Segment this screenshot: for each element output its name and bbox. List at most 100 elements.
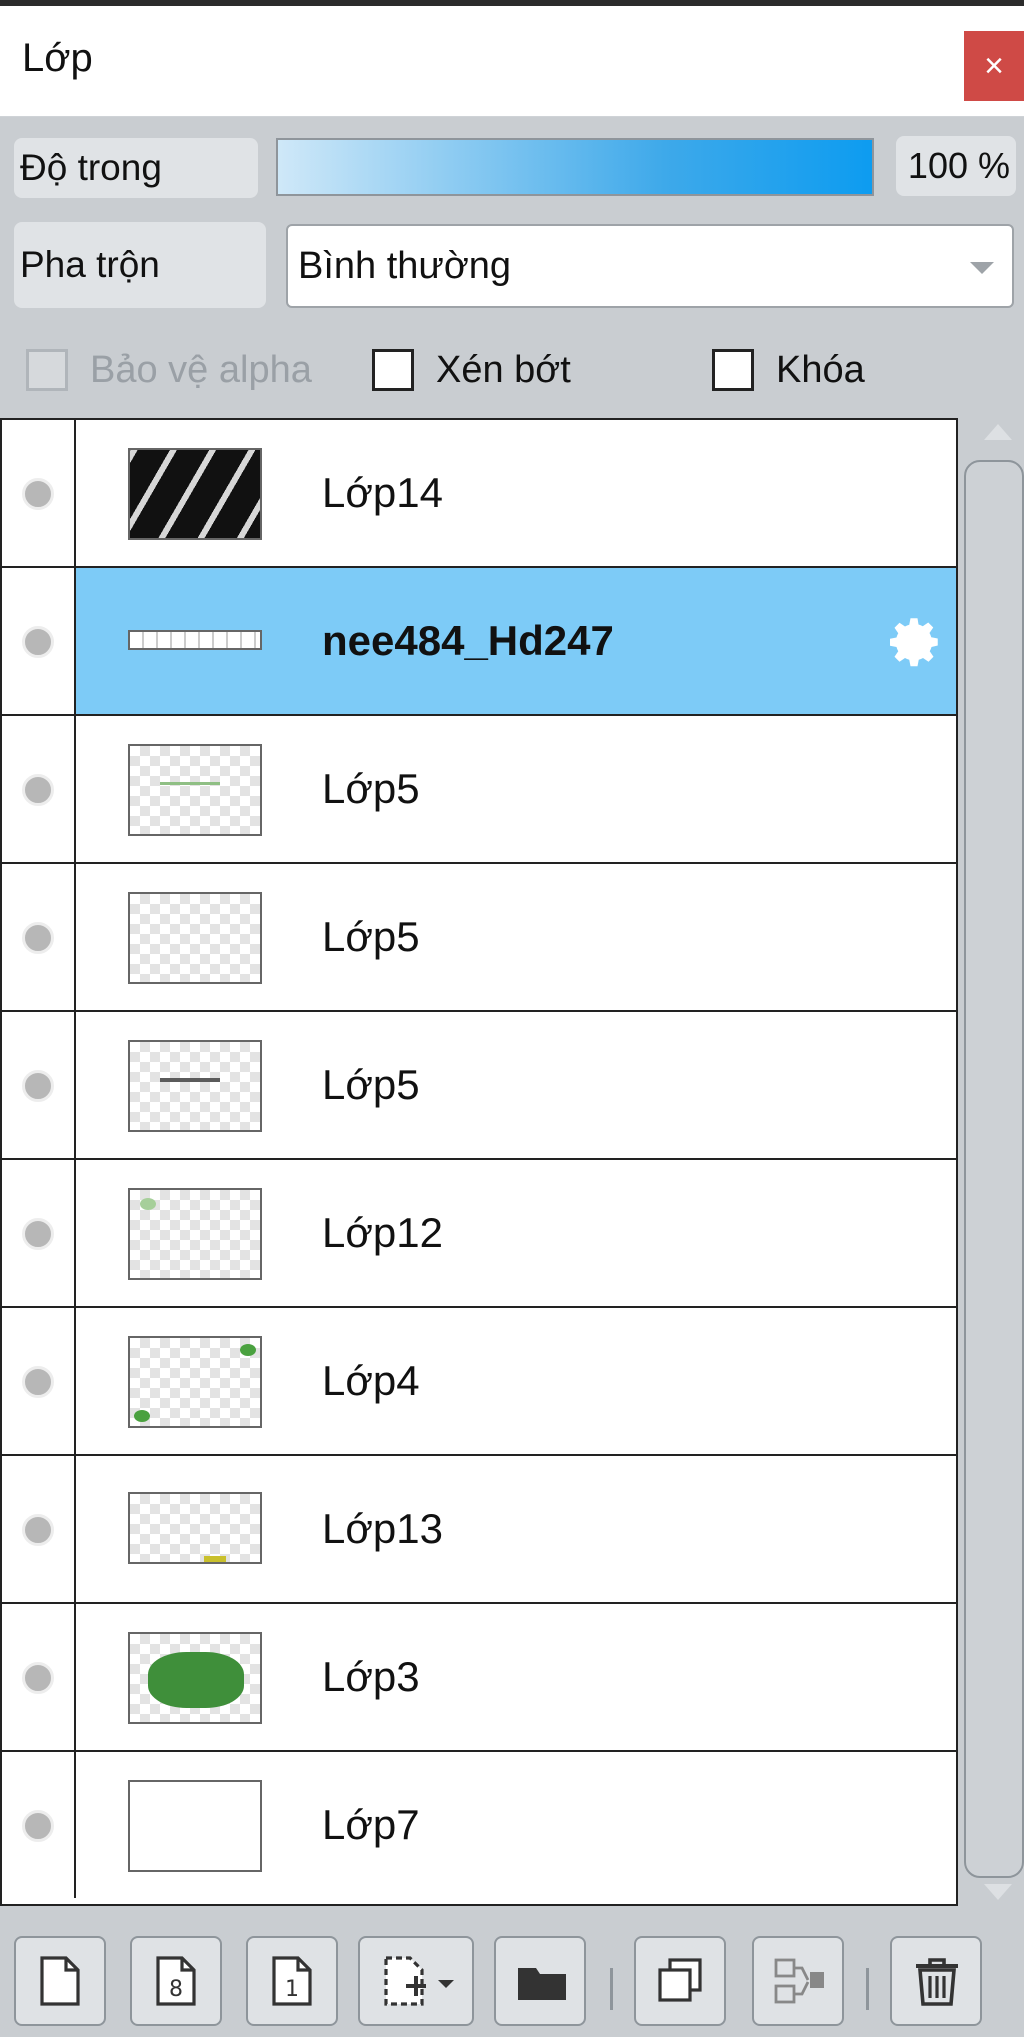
visibility-toggle[interactable] xyxy=(2,864,76,1010)
scrollbar-thumb[interactable] xyxy=(964,460,1024,1878)
layer-name: Lớp5 xyxy=(322,765,420,812)
layer-thumbnail xyxy=(128,1336,262,1428)
panel-titlebar: Lớp × xyxy=(0,6,1024,117)
opacity-value: 100 % xyxy=(896,136,1016,196)
scroll-up-icon[interactable] xyxy=(984,424,1012,440)
new-layer-8bit-button[interactable]: 8 xyxy=(130,1936,222,2026)
layer-name: Lớp5 xyxy=(322,913,420,960)
lock-label: Khóa xyxy=(776,348,865,391)
thumbnail-content xyxy=(160,782,220,785)
visibility-toggle[interactable] xyxy=(2,1752,76,1898)
layer-thumbnail xyxy=(128,1780,262,1872)
layer-name: nee484_Hd247 xyxy=(322,617,614,664)
visibility-dot-icon xyxy=(22,1662,54,1694)
checkbox-box xyxy=(712,349,754,391)
toolbar-separator xyxy=(866,1968,869,2010)
chevron-down-icon xyxy=(970,262,994,274)
layer-row[interactable]: Lớp5 xyxy=(2,716,956,864)
layer-row[interactable]: Lớp5 xyxy=(2,1012,956,1160)
visibility-toggle[interactable] xyxy=(2,1160,76,1306)
thumbnail-content xyxy=(204,1556,226,1562)
layer-thumbnail xyxy=(128,744,262,836)
checkbox-box xyxy=(372,349,414,391)
scroll-down-icon[interactable] xyxy=(984,1884,1012,1900)
protect-alpha-checkbox[interactable]: Bảo vệ alpha xyxy=(26,344,312,396)
opacity-slider[interactable] xyxy=(276,138,874,196)
layer-thumbnail xyxy=(128,630,262,650)
duplicate-icon xyxy=(658,1958,702,2002)
layer-1-icon: 1 xyxy=(272,1956,312,2006)
thumbnail-content xyxy=(240,1344,256,1356)
close-button[interactable]: × xyxy=(964,31,1024,101)
clip-label: Xén bớt xyxy=(436,348,571,391)
thumbnail-content xyxy=(148,1652,244,1708)
layer-list-scrollbar[interactable] xyxy=(960,418,1024,1906)
visibility-toggle[interactable] xyxy=(2,1308,76,1454)
layer-row[interactable]: Lớp7 xyxy=(2,1752,956,1900)
trash-icon xyxy=(916,1958,958,2006)
duplicate-layer-button[interactable] xyxy=(634,1936,726,2026)
layer-thumbnail xyxy=(128,1188,262,1280)
layer-name: Lớp13 xyxy=(322,1505,443,1552)
visibility-toggle[interactable] xyxy=(2,1456,76,1602)
merge-layer-button[interactable] xyxy=(752,1936,844,2026)
visibility-dot-icon xyxy=(22,1218,54,1250)
gear-icon[interactable] xyxy=(884,612,944,672)
panel-title: Lớp xyxy=(22,36,93,80)
visibility-toggle[interactable] xyxy=(2,568,76,714)
layer-8-icon: 8 xyxy=(156,1956,196,2006)
thumbnail-content xyxy=(140,1198,156,1210)
thumbnail-content xyxy=(160,1078,220,1082)
opacity-label: Độ trong xyxy=(14,138,258,198)
toolbar-separator xyxy=(610,1968,613,2010)
layer-thumbnail xyxy=(128,448,262,540)
visibility-dot-icon xyxy=(22,1366,54,1398)
layer-name: Lớp12 xyxy=(322,1209,443,1256)
blend-mode-value: Bình thường xyxy=(298,245,512,287)
layer-row[interactable]: Lớp3 xyxy=(2,1604,956,1752)
visibility-dot-icon xyxy=(22,922,54,954)
delete-layer-button[interactable] xyxy=(890,1936,982,2026)
layer-thumbnail xyxy=(128,1492,262,1564)
new-folder-button[interactable] xyxy=(494,1936,586,2026)
layer-toolbar: 8 1 xyxy=(0,1906,1024,2037)
layer-name: Lớp14 xyxy=(322,469,443,516)
new-page-icon xyxy=(40,1956,80,2006)
layer-row[interactable]: Lớp4 xyxy=(2,1308,956,1456)
visibility-toggle[interactable] xyxy=(2,716,76,862)
layer-row-selected[interactable]: nee484_Hd247 xyxy=(2,568,956,716)
visibility-dot-icon xyxy=(22,1810,54,1842)
visibility-dot-icon xyxy=(22,774,54,806)
layer-name: Lớp5 xyxy=(322,1061,420,1108)
new-layer-button[interactable] xyxy=(14,1936,106,2026)
layer-list: Lớp14 nee484_Hd247 Lớp5 Lớp5 Lớp5 Lớp12 … xyxy=(0,418,958,1906)
thumbnail-content xyxy=(134,1410,150,1422)
clip-checkbox[interactable]: Xén bớt xyxy=(372,344,571,396)
layer-name: Lớp3 xyxy=(322,1653,420,1700)
protect-alpha-label: Bảo vệ alpha xyxy=(90,348,312,391)
add-layer-dropdown-button[interactable] xyxy=(358,1936,474,2026)
lock-checkbox[interactable]: Khóa xyxy=(712,344,865,396)
layer-row[interactable]: Lớp13 xyxy=(2,1456,956,1604)
badge-8: 8 xyxy=(169,1977,183,2002)
add-layer-icon xyxy=(384,1956,454,2006)
layer-name: Lớp7 xyxy=(322,1801,420,1848)
layer-row[interactable]: Lớp5 xyxy=(2,864,956,1012)
visibility-dot-icon xyxy=(22,1070,54,1102)
visibility-toggle[interactable] xyxy=(2,1604,76,1750)
layer-name: Lớp4 xyxy=(322,1357,420,1404)
blend-mode-label: Pha trộn xyxy=(14,222,266,308)
folder-icon xyxy=(518,1968,566,2000)
new-layer-1bit-button[interactable]: 1 xyxy=(246,1936,338,2026)
layer-row[interactable]: Lớp14 xyxy=(2,420,956,568)
checkbox-box xyxy=(26,349,68,391)
visibility-toggle[interactable] xyxy=(2,420,76,566)
layer-thumbnail xyxy=(128,1040,262,1132)
layer-thumbnail xyxy=(128,1632,262,1724)
visibility-dot-icon xyxy=(22,626,54,658)
visibility-dot-icon xyxy=(22,1514,54,1546)
layer-row[interactable]: Lớp12 xyxy=(2,1160,956,1308)
visibility-toggle[interactable] xyxy=(2,1012,76,1158)
blend-mode-select[interactable]: Bình thường xyxy=(286,224,1014,308)
layer-thumbnail xyxy=(128,892,262,984)
